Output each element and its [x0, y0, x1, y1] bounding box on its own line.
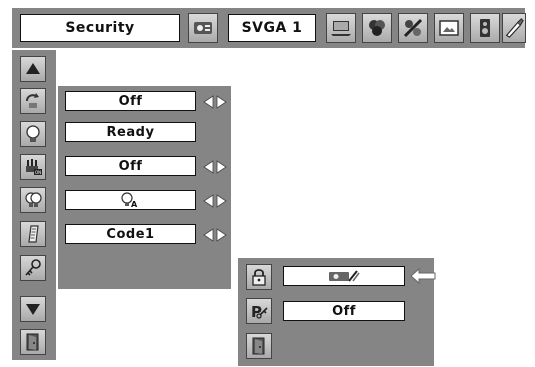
filter-icon[interactable]: [20, 221, 46, 247]
security-setting-2[interactable]: Ready: [65, 122, 196, 142]
pointer-arrow-icon: [410, 267, 436, 285]
p-key-icon[interactable]: P: [246, 298, 272, 324]
settings-panel: [58, 86, 231, 289]
lamp-a-icon: A: [119, 192, 143, 209]
projector-icon[interactable]: [188, 13, 218, 43]
exit-arrow-icon[interactable]: [20, 88, 46, 114]
pin-code-change[interactable]: Off: [283, 301, 405, 321]
security-setting-1[interactable]: Off: [65, 91, 196, 111]
exit-door-icon[interactable]: [20, 329, 46, 355]
menu-title: Security: [20, 14, 180, 42]
logo-pin-code-lock[interactable]: [283, 266, 405, 286]
input-source-display: SVGA 1: [228, 14, 316, 42]
projector-logo-icon: [327, 269, 361, 283]
adjust-arrows-1[interactable]: [203, 94, 227, 109]
submenu-exit-door-icon[interactable]: [246, 333, 272, 359]
lamp-mode-icon[interactable]: [20, 187, 46, 213]
security-setting-4[interactable]: A: [65, 190, 196, 210]
lock-icon[interactable]: [246, 264, 272, 290]
svg-text:P: P: [251, 303, 262, 321]
key-icon[interactable]: [20, 255, 46, 281]
adjust-arrows-5[interactable]: [203, 227, 227, 242]
svg-text:A: A: [131, 200, 138, 208]
power-on-icon[interactable]: ON: [20, 154, 46, 180]
color-dots-icon[interactable]: [362, 13, 392, 43]
svg-text:ON: ON: [35, 170, 41, 175]
lamp-icon[interactable]: [20, 121, 46, 147]
computer-icon[interactable]: [326, 13, 356, 43]
screen-icon[interactable]: [434, 13, 464, 43]
image-adjust-icon[interactable]: [398, 13, 428, 43]
setting-icon[interactable]: [502, 13, 526, 43]
security-setting-5[interactable]: Code1: [65, 224, 196, 244]
scroll-up-icon[interactable]: [20, 56, 46, 82]
scroll-down-icon[interactable]: [20, 296, 46, 322]
security-setting-3[interactable]: Off: [65, 156, 196, 176]
speaker-icon[interactable]: [470, 13, 500, 43]
adjust-arrows-4[interactable]: [203, 193, 227, 208]
adjust-arrows-3[interactable]: [203, 159, 227, 174]
